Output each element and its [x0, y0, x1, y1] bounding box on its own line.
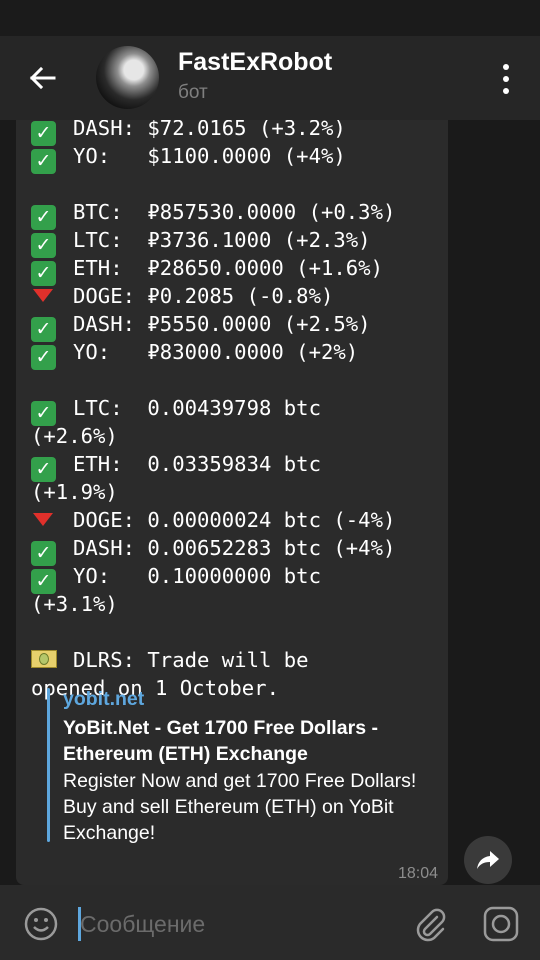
message-bubble[interactable]: ✓ DASH: $72.0165 (+3.2%) ✓ YO: $1100.0000 (…: [16, 120, 448, 885]
back-button[interactable]: [22, 60, 62, 96]
camera-button[interactable]: [482, 905, 520, 943]
share-button[interactable]: [464, 836, 512, 884]
message-line-text: DASH: ₽5550.0000 (+2.5%): [73, 312, 371, 336]
attach-button[interactable]: [414, 907, 448, 943]
paperclip-icon: [416, 908, 446, 942]
message-line: ✓ LTC: ₽3736.1000 (+2.3%): [31, 226, 395, 258]
message-line-text: ETH: 0.03359834 btc: [73, 452, 321, 476]
message-line: (+2.6%): [31, 422, 395, 450]
check-mark-icon: ✓: [31, 149, 56, 174]
message-line-text: LTC: ₽3736.1000 (+2.3%): [73, 228, 371, 252]
avatar[interactable]: [96, 46, 159, 109]
link-preview-description: Register Now and get 1700 Free Dollars! …: [63, 770, 417, 844]
message-line: ✓ YO: $1100.0000 (+4%): [31, 142, 395, 174]
message-line-text: DASH: 0.00652283 btc (+4%): [73, 536, 396, 560]
message-list[interactable]: ✓ DASH: $72.0165 (+3.2%) ✓ YO: $1100.0000 (…: [0, 120, 540, 885]
message-line: ✓ LTC: 0.00439798 btc: [31, 394, 395, 426]
chat-subtitle: бот: [178, 82, 208, 103]
message-line-text: DASH: $72.0165 (+3.2%): [73, 120, 346, 140]
message-composer: [0, 885, 540, 960]
message-line-text: (+1.9%): [31, 480, 118, 504]
message-line-text: BTC: ₽857530.0000 (+0.3%): [73, 200, 396, 224]
message-line: ✓ YO: ₽83000.0000 (+2%): [31, 338, 395, 370]
message-line-text: DOGE: 0.00000024 btc (-4%): [73, 508, 396, 532]
message-line-text: YO: $1100.0000 (+4%): [73, 144, 346, 168]
message-line: DLRS: Trade will be: [31, 646, 395, 674]
link-preview-bar: [47, 688, 50, 842]
dollar-banknote-icon: [31, 650, 57, 668]
emoji-icon: [24, 907, 58, 941]
message-line: [31, 170, 395, 198]
message-time: 18:04: [397, 865, 438, 882]
message-line: (+1.9%): [31, 478, 395, 506]
link-preview-title: YoBit.Net - Get 1700 Free Dollars - Ethe…: [63, 717, 378, 765]
share-icon: [477, 851, 499, 869]
message-line-text: YO: ₽83000.0000 (+2%): [73, 340, 359, 364]
message-line: DOGE: ₽0.2085 (-0.8%): [31, 282, 395, 310]
more-vertical-icon: [503, 64, 509, 70]
red-down-triangle-icon: [31, 282, 56, 307]
chat-title[interactable]: FastExRobot: [178, 48, 332, 77]
message-line-text: DOGE: ₽0.2085 (-0.8%): [73, 284, 334, 308]
message-line-text: (+3.1%): [31, 592, 118, 616]
message-line: [31, 618, 395, 646]
status-bar: [0, 0, 540, 36]
message-line-text: LTC: 0.00439798 btc: [73, 396, 321, 420]
message-line: ✓ DASH: 0.00652283 btc (+4%): [31, 534, 396, 566]
check-mark-icon: ✓: [31, 345, 56, 370]
message-line: ✓ ETH: ₽28650.0000 (+1.6%): [31, 254, 395, 286]
message-line: ✓ DASH: $72.0165 (+3.2%): [31, 120, 395, 146]
message-line: ✓ BTC: ₽857530.0000 (+0.3%): [31, 198, 396, 230]
message-line: ✓ ETH: 0.03359834 btc: [31, 450, 395, 482]
message-input[interactable]: [80, 905, 400, 943]
message-line: ✓ DASH: ₽5550.0000 (+2.5%): [31, 310, 395, 342]
message-line: DOGE: 0.00000024 btc (-4%): [31, 506, 395, 534]
message-line: (+3.1%): [31, 590, 395, 618]
message-text: ✓ DASH: $72.0165 (+3.2%) ✓ YO: $1100.0000 (…: [31, 120, 395, 702]
back-arrow-icon: [29, 66, 56, 90]
message-line-text: DLRS: Trade will be: [73, 648, 309, 672]
camera-icon: [483, 906, 519, 942]
message-line-text: ETH: ₽28650.0000 (+1.6%): [73, 256, 383, 280]
message-line-text: (+2.6%): [31, 424, 118, 448]
more-menu-button[interactable]: [498, 64, 514, 94]
emoji-button[interactable]: [24, 907, 58, 941]
message-line: [31, 366, 395, 394]
chat-header: FastExRobot бот: [0, 36, 540, 120]
message-line: ✓ YO: 0.10000000 btc: [31, 562, 395, 594]
message-line-text: YO: 0.10000000 btc: [73, 564, 321, 588]
red-down-triangle-icon: [31, 506, 56, 531]
link-preview-site[interactable]: yobit.net: [63, 688, 144, 711]
